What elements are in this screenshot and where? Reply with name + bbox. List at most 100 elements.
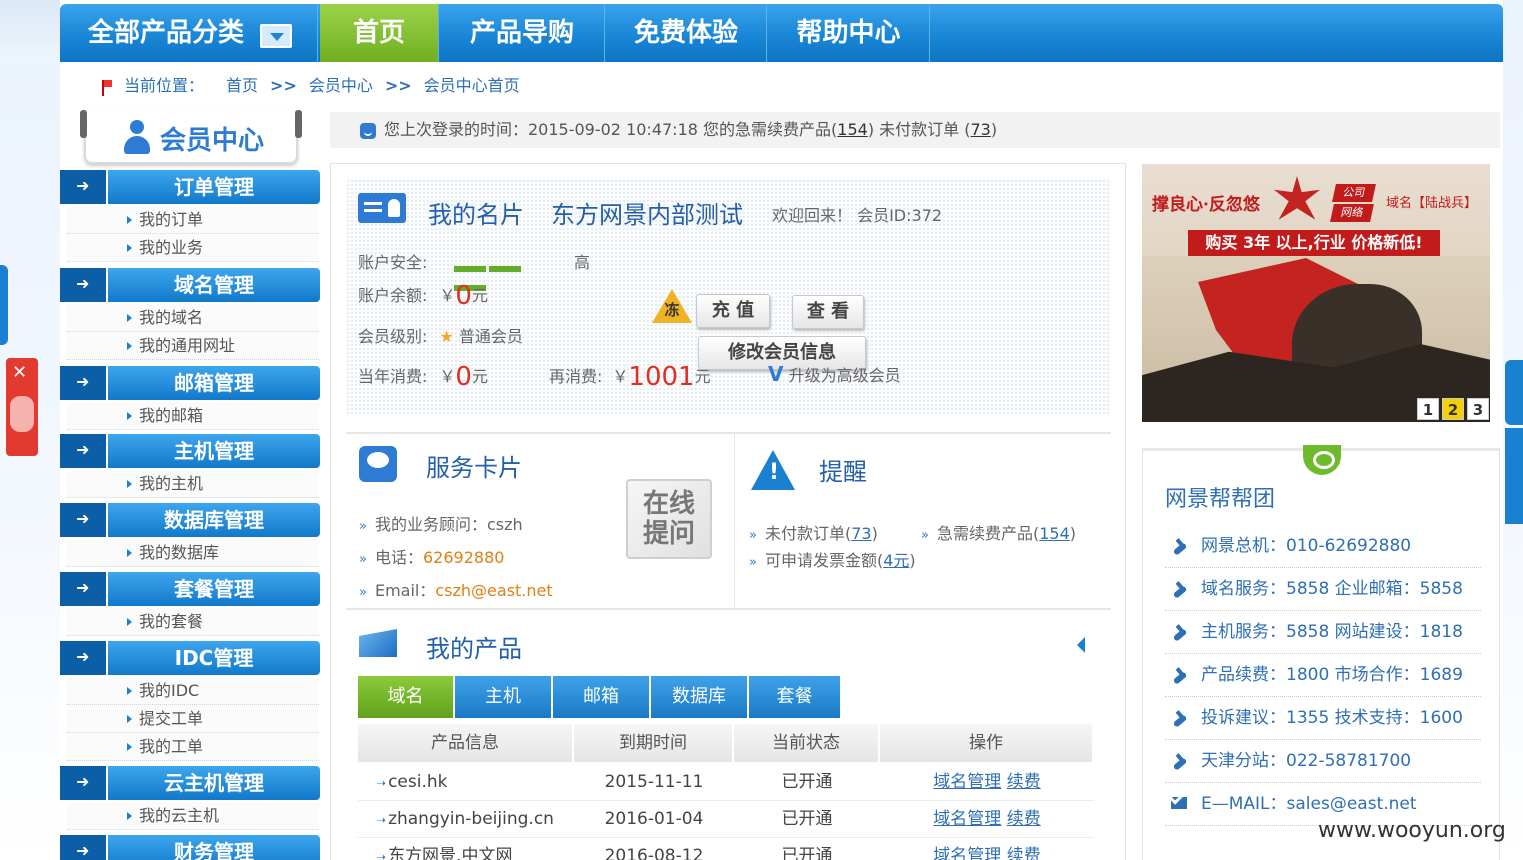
- close-icon[interactable]: ✕: [12, 362, 27, 383]
- column-header: 到期时间: [574, 724, 734, 762]
- member-card: 我的名片 东方网景内部测试 欢迎回来！ 会员ID:372 账户安全: 高 账户余…: [346, 179, 1111, 415]
- tab-domain[interactable]: 域名: [358, 676, 454, 718]
- recharge-button[interactable]: 充 值: [696, 294, 770, 328]
- sidebar-item-my-domains[interactable]: 我的域名: [67, 304, 319, 332]
- bullet-icon: »: [921, 528, 929, 543]
- renew-link[interactable]: 续费: [1007, 809, 1041, 829]
- sidebar-group-packages[interactable]: 套餐管理: [60, 572, 320, 606]
- card-title: 我的名片: [428, 201, 524, 229]
- nav-all-categories[interactable]: 全部产品分类: [60, 4, 318, 62]
- sidebar-item-my-cloud[interactable]: 我的云主机: [67, 802, 319, 830]
- domain-manage-link[interactable]: 域名管理: [933, 846, 1001, 860]
- renew-count-link[interactable]: 154: [837, 120, 868, 139]
- table-row: cesi.hk 2015-11-11 已开通 域名管理 续费: [358, 764, 1094, 801]
- reminder-invoice-link[interactable]: 4元: [883, 551, 909, 570]
- unpaid-count-link[interactable]: 73: [970, 120, 990, 139]
- sidebar-group-database[interactable]: 数据库管理: [60, 503, 320, 537]
- tab-database[interactable]: 数据库: [651, 676, 748, 718]
- tab-host[interactable]: 主机: [455, 676, 552, 718]
- balance-row: 账户余额: ￥0元: [358, 281, 488, 311]
- phone-icon: [1173, 753, 1189, 769]
- arrow-icon: [60, 503, 108, 537]
- domain-manage-link[interactable]: 域名管理: [933, 772, 1001, 792]
- sidebar-item-submit-ticket[interactable]: 提交工单: [67, 705, 319, 733]
- nav-free-trial[interactable]: 免费体验: [606, 4, 767, 62]
- tab-package[interactable]: 套餐: [749, 676, 841, 718]
- arrow-icon: [60, 366, 108, 400]
- paw-icon: [10, 396, 34, 432]
- pin-icon: [295, 110, 302, 138]
- breadcrumb-home[interactable]: 首页: [226, 76, 258, 95]
- column-header: 产品信息: [358, 724, 574, 762]
- reminder-invoice: » 可申请发票金额(4元): [749, 551, 916, 570]
- table-row: 东方网景.中文网 2016-08-12 已开通 域名管理 续费: [358, 838, 1094, 860]
- renew-link[interactable]: 续费: [1007, 772, 1041, 792]
- level-row: 会员级别: ★ 普通会员: [358, 327, 523, 346]
- reminder-renew: » 急需续费产品(154): [921, 524, 1077, 543]
- top-nav: 全部产品分类 首页 产品导购 免费体验 帮助中心: [60, 4, 1503, 62]
- pager-dot[interactable]: 2: [1442, 398, 1464, 420]
- sidebar-item-my-idc[interactable]: 我的IDC: [67, 677, 319, 705]
- collapse-icon[interactable]: [1077, 637, 1085, 653]
- product-name: zhangyin-beijing.cn: [358, 801, 574, 838]
- reminder-renew-link[interactable]: 154: [1039, 524, 1070, 543]
- group-label: 数据库管理: [164, 508, 264, 532]
- sidebar-group-domains[interactable]: 域名管理: [60, 268, 320, 302]
- tab-mail[interactable]: 邮箱: [553, 676, 650, 718]
- nav-help-center[interactable]: 帮助中心: [768, 4, 930, 62]
- sidebar-item-my-tickets[interactable]: 我的工单: [67, 733, 319, 761]
- sidebar-group-orders[interactable]: 订单管理: [60, 170, 320, 204]
- sidebar-item-my-host[interactable]: 我的主机: [67, 470, 319, 498]
- online-ask-button[interactable]: 在线 提问: [626, 479, 712, 559]
- upgrade-link[interactable]: V 升级为高级会员: [768, 362, 901, 386]
- sidebar-group-hosts[interactable]: 主机管理: [60, 434, 320, 468]
- email-line: » Email：cszh@east.net: [359, 581, 553, 600]
- breadcrumb-member[interactable]: 会员中心: [309, 76, 373, 95]
- reminder-unpaid-link[interactable]: 73: [851, 524, 871, 543]
- right-edge-tab[interactable]: [1505, 428, 1523, 524]
- sidebar-item-my-package[interactable]: 我的套餐: [67, 608, 319, 636]
- group-label: 套餐管理: [174, 577, 254, 601]
- promo-banner[interactable]: 撑良心·反忽悠 公司 网络 域名【陆战兵】 购买 3年 以上,行业 价格新低!: [1142, 164, 1490, 422]
- help-team-title: 网景帮帮团: [1165, 487, 1276, 512]
- sidebar-group-finance[interactable]: 财务管理: [60, 835, 320, 860]
- contact-line: 投诉建议：1355 技术支持：1600: [1165, 697, 1481, 740]
- sidebar-item-my-database[interactable]: 我的数据库: [67, 539, 319, 567]
- sidebar-group-idc[interactable]: IDC管理: [60, 641, 320, 675]
- phone-icon: [1173, 538, 1189, 554]
- right-edge-tab[interactable]: [1505, 360, 1523, 425]
- year-spend-value: 0: [455, 362, 472, 392]
- freeze-icon[interactable]: 冻: [652, 289, 692, 323]
- breadcrumb: 当前位置： 首页 >> 会员中心 >> 会员中心首页: [102, 72, 520, 100]
- domain-manage-link[interactable]: 域名管理: [933, 809, 1001, 829]
- sidebar-item-my-urls[interactable]: 我的通用网址: [67, 332, 319, 360]
- pager-dot[interactable]: 3: [1467, 398, 1489, 420]
- phone-icon: [1173, 667, 1189, 683]
- arrow-icon: [60, 170, 108, 204]
- card-icon: [358, 193, 406, 223]
- sidebar-item-my-orders[interactable]: 我的订单: [67, 206, 319, 234]
- breadcrumb-current[interactable]: 会员中心首页: [424, 76, 520, 95]
- product-status: 已开通: [781, 809, 833, 829]
- divider: [346, 432, 1111, 434]
- view-button[interactable]: 查 看: [792, 295, 864, 329]
- bullet-icon: »: [359, 585, 367, 600]
- sidebar: 会员中心 订单管理 我的订单 我的业务 域名管理 我的域名 我的通用网址 邮箱管…: [60, 110, 320, 860]
- more-spend-value: 1001: [628, 362, 695, 392]
- dropdown-icon[interactable]: [260, 24, 292, 48]
- security-row: 账户安全:: [358, 253, 428, 272]
- nav-category-label: 全部产品分类: [88, 18, 245, 48]
- renew-link[interactable]: 续费: [1007, 846, 1041, 860]
- phone-icon: [1173, 581, 1189, 597]
- sidebar-item-my-business[interactable]: 我的业务: [67, 234, 319, 262]
- column-header: 当前状态: [734, 724, 880, 762]
- baidu-share-badge[interactable]: ✕: [6, 358, 38, 456]
- pager-dot[interactable]: 1: [1417, 398, 1439, 420]
- left-edge-tab[interactable]: [0, 265, 8, 345]
- advisor-email[interactable]: cszh@east.net: [435, 581, 552, 600]
- sidebar-item-my-mail[interactable]: 我的邮箱: [67, 402, 319, 430]
- sidebar-group-mail[interactable]: 邮箱管理: [60, 366, 320, 400]
- nav-home[interactable]: 首页: [320, 4, 439, 62]
- nav-product-guide[interactable]: 产品导购: [440, 4, 605, 62]
- sidebar-group-cloud[interactable]: 云主机管理: [60, 766, 320, 800]
